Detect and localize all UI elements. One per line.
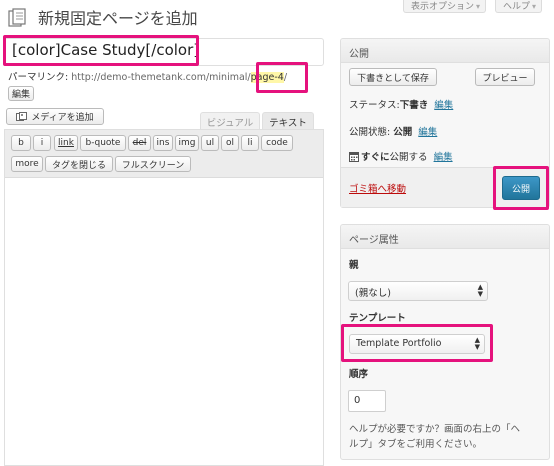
select-arrows-icon: ▲ ▼ xyxy=(477,283,483,298)
tab-visual[interactable]: ビジュアル xyxy=(200,112,260,130)
slug-highlight-box xyxy=(256,62,308,93)
dropdown-arrow-icon: ▾ xyxy=(476,2,481,11)
template-label: テンプレート xyxy=(349,313,406,324)
quicktag-close-tags[interactable]: タグを閉じる xyxy=(45,156,113,172)
quicktag-blockquote[interactable]: b-quote xyxy=(80,135,126,151)
tab-text[interactable]: テキスト xyxy=(262,112,314,130)
order-input[interactable]: 0 xyxy=(348,390,386,412)
media-icon xyxy=(16,111,28,122)
save-draft-button[interactable]: 下書きとして保存 xyxy=(349,68,437,86)
move-to-trash-link[interactable]: ゴミ箱へ移動 xyxy=(349,181,406,195)
help-text-line-2: ルプ」タブをご利用ください。 xyxy=(349,439,483,450)
status-row: ステータス:下書き 編集 xyxy=(349,97,453,111)
parent-select[interactable]: (親なし) ▲ ▼ xyxy=(348,281,488,301)
permalink: パーマリンク: http://demo-themetank.com/minima… xyxy=(8,69,287,83)
edit-permalink-button[interactable]: 編集 xyxy=(8,86,34,101)
help-text-line-1: ヘルプが必要ですか？画面の右上の「ヘ xyxy=(349,424,521,435)
schedule-row: すぐに公開する 編集 xyxy=(349,149,453,165)
screen-options-button[interactable]: 表示オプション ▾ xyxy=(403,0,487,13)
visibility-label: 公開状態: xyxy=(349,127,391,138)
quicktag-img[interactable]: img xyxy=(175,135,199,151)
quicktag-ul[interactable]: ul xyxy=(201,135,219,151)
pages-icon xyxy=(8,8,26,28)
screen-options-label: 表示オプション xyxy=(411,2,475,12)
schedule-prefix: すぐに xyxy=(361,152,390,163)
page-attributes-heading: ページ属性 xyxy=(341,225,549,249)
quicktag-li[interactable]: li xyxy=(241,135,259,151)
page-title: 新規固定ページを追加 xyxy=(38,9,198,28)
visibility-value: 公開 xyxy=(393,127,413,138)
parent-label: 親 xyxy=(349,260,359,271)
quicktag-bold[interactable]: b xyxy=(11,135,31,151)
quicktag-link[interactable]: link xyxy=(54,135,78,151)
publish-highlight-box xyxy=(493,166,549,210)
calendar-icon xyxy=(349,151,359,165)
schedule-edit-link[interactable]: 編集 xyxy=(434,152,453,163)
quicktag-ol[interactable]: ol xyxy=(221,135,239,151)
order-label: 順序 xyxy=(349,369,369,380)
publish-box-heading: 公開 xyxy=(341,39,549,63)
template-highlight-box xyxy=(341,324,493,362)
dropdown-arrow-icon: ▾ xyxy=(532,2,537,11)
quicktag-italic[interactable]: i xyxy=(33,135,51,151)
help-button[interactable]: ヘルプ ▾ xyxy=(495,0,543,13)
quicktag-more[interactable]: more xyxy=(11,156,43,172)
permalink-base-url[interactable]: http://demo-themetank.com/minimal/ xyxy=(71,72,250,83)
preview-button[interactable]: プレビュー xyxy=(475,68,535,86)
title-highlight-box xyxy=(3,35,199,66)
add-media-button[interactable]: メディアを追加 xyxy=(6,108,104,125)
status-value: 下書き xyxy=(399,100,429,111)
editor-area[interactable] xyxy=(4,129,324,466)
status-edit-link[interactable]: 編集 xyxy=(434,100,453,111)
quicktag-del[interactable]: del xyxy=(128,135,151,151)
status-label: ステータス: xyxy=(349,100,400,111)
quicktag-ins[interactable]: ins xyxy=(153,135,173,151)
quicktag-fullscreen[interactable]: フルスクリーン xyxy=(115,156,191,172)
visibility-row: 公開状態: 公開 編集 xyxy=(349,124,437,138)
visibility-edit-link[interactable]: 編集 xyxy=(418,127,437,138)
parent-select-value: (親なし) xyxy=(355,288,391,299)
schedule-suffix: 公開する xyxy=(389,152,428,163)
permalink-label: パーマリンク: xyxy=(8,72,69,83)
help-label: ヘルプ xyxy=(503,2,531,12)
add-media-label: メディアを追加 xyxy=(31,113,94,123)
quicktag-code[interactable]: code xyxy=(261,135,293,151)
